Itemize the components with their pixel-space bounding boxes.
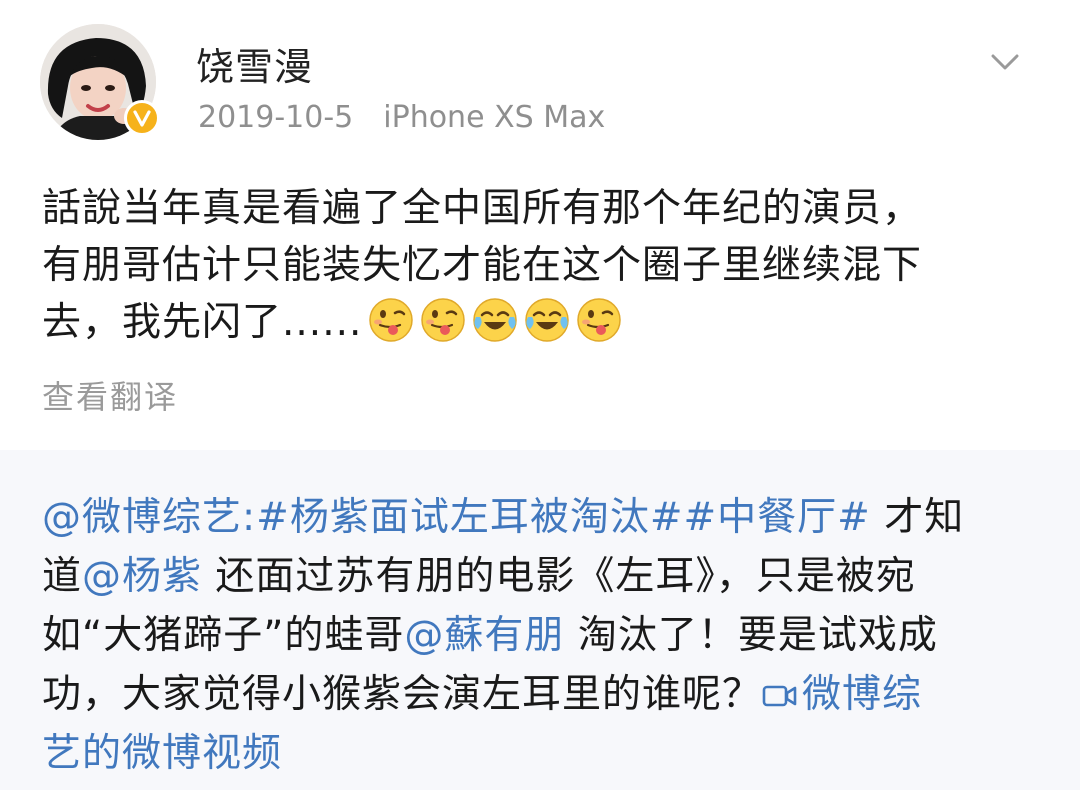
repost-text-span: 如“大猪蹄子”的蛙哥 bbox=[42, 613, 405, 658]
post-text-line: 去，我先闪了...... bbox=[42, 300, 363, 345]
repost-line: @微博综艺:#杨紫面试左耳被淘汰##中餐厅# 才知 bbox=[42, 488, 1052, 547]
topic-link[interactable]: #杨紫面试左耳被淘汰##中餐厅# bbox=[256, 495, 871, 540]
verified-badge-icon bbox=[124, 100, 160, 136]
repost-line: 道@杨紫 还面过苏有朋的电影《左耳》，只是被宛 bbox=[42, 547, 1052, 606]
laugh-cry-emoji bbox=[473, 298, 518, 342]
translate-link[interactable]: 查看翻译 bbox=[42, 372, 178, 418]
laugh-cry-emoji bbox=[525, 298, 570, 342]
tongue-emoji bbox=[421, 298, 466, 342]
repost-line: 功，大家觉得小猴紫会演左耳里的谁呢？ 微博综 bbox=[42, 665, 1052, 724]
repost-text: @微博综艺:#杨紫面试左耳被淘汰##中餐厅# 才知 道@杨紫 还面过苏有朋的电影… bbox=[42, 488, 1052, 783]
post-meta: 2019-10-5 iPhone XS Max bbox=[198, 100, 605, 135]
video-link[interactable]: 微博综 bbox=[762, 672, 922, 717]
repost-text-span: 淘汰了！要是试戏成 bbox=[564, 613, 938, 658]
repost-text-span: 还面过苏有朋的电影《左耳》，只是被宛 bbox=[202, 554, 916, 599]
weibo-post: 饶雪漫 2019-10-5 iPhone XS Max 話說当年真是看遍了全中国所… bbox=[0, 0, 1080, 450]
tongue-emoji bbox=[577, 298, 622, 342]
video-link-label: 微博综 bbox=[802, 672, 923, 717]
reposted-content[interactable]: @微博综艺:#杨紫面试左耳被淘汰##中餐厅# 才知 道@杨紫 还面过苏有朋的电影… bbox=[0, 450, 1080, 790]
post-date: 2019-10-5 bbox=[198, 100, 354, 135]
post-text-line: 話說当年真是看遍了全中国所有那个年纪的演员， bbox=[42, 186, 923, 231]
repost-text-span: 才知 bbox=[870, 495, 965, 540]
chevron-down-icon[interactable] bbox=[985, 46, 1025, 76]
username[interactable]: 饶雪漫 bbox=[196, 36, 313, 91]
video-camera-icon bbox=[762, 685, 797, 707]
post-text-line: 有朋哥估计只能装失忆才能在这个圈子里继续混下 bbox=[42, 243, 923, 288]
post-source: iPhone XS Max bbox=[383, 100, 606, 135]
post-text: 話說当年真是看遍了全中国所有那个年纪的演员， 有朋哥估计只能装失忆才能在这个圈子… bbox=[42, 180, 1042, 351]
repost-line: 艺的微博视频 bbox=[42, 724, 1052, 783]
mention-link[interactable]: @杨紫 bbox=[82, 554, 202, 599]
repost-text-span: 道 bbox=[42, 554, 83, 599]
video-link-label[interactable]: 艺的微博视频 bbox=[42, 731, 282, 776]
repost-line: 如“大猪蹄子”的蛙哥@蘇有朋 淘汰了！要是试戏成 bbox=[42, 606, 1052, 665]
tongue-emoji bbox=[369, 298, 414, 342]
repost-text-span: 功，大家觉得小猴紫会演左耳里的谁呢？ bbox=[42, 672, 763, 717]
mention-link[interactable]: @蘇有朋 bbox=[404, 613, 564, 658]
post-text-line-last: 去，我先闪了...... bbox=[42, 294, 1042, 351]
mention-link[interactable]: @微博综艺: bbox=[42, 495, 256, 540]
